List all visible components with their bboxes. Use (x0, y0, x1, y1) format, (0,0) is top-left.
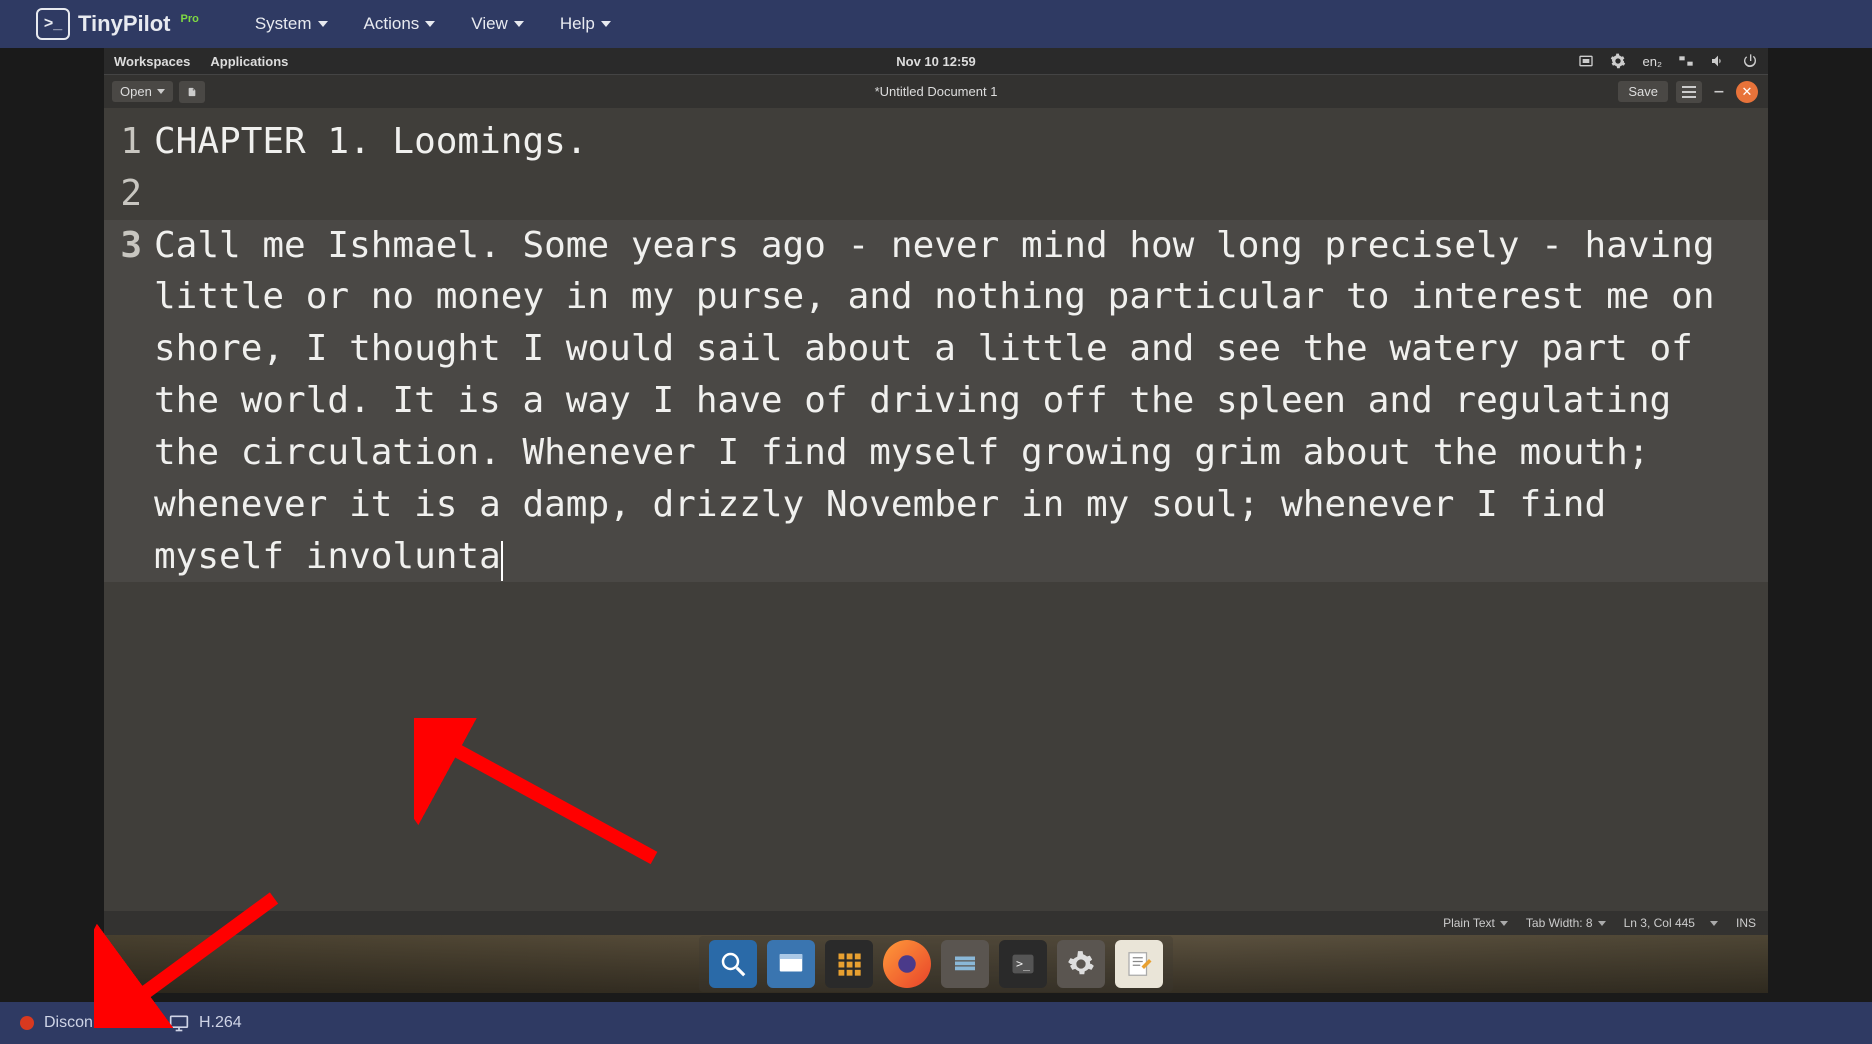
caret-down-icon (1598, 921, 1606, 926)
tinypilot-logo-icon: >_ (36, 8, 70, 40)
document-title: *Untitled Document 1 (875, 84, 998, 99)
minimize-button[interactable]: ‒ (1710, 83, 1728, 101)
gnome-clock[interactable]: Nov 10 12:59 (896, 54, 976, 69)
dock-apps-icon[interactable] (825, 940, 873, 988)
caret-down-icon (157, 89, 165, 94)
close-button[interactable]: ✕ (1736, 81, 1758, 103)
monitor-icon (169, 1013, 189, 1033)
caret-down-icon (318, 21, 328, 27)
power-icon[interactable] (1742, 53, 1758, 69)
line-text[interactable]: CHAPTER 1. Loomings. (154, 116, 1768, 168)
gnome-applications[interactable]: Applications (210, 54, 288, 69)
dock-firefox-icon[interactable] (883, 940, 931, 988)
gnome-lang[interactable]: en₂ (1642, 54, 1662, 69)
menu-actions[interactable]: Actions (364, 14, 436, 34)
dock-window-icon[interactable] (767, 940, 815, 988)
brand-text: TinyPilot (78, 11, 171, 37)
gear-icon[interactable] (1610, 53, 1626, 69)
editor-line[interactable]: 2 (104, 168, 1768, 220)
tinypilot-top-bar: >_ TinyPilot Pro System Actions View Hel… (0, 0, 1872, 48)
codec-status: H.264 (169, 1013, 242, 1033)
menu-help[interactable]: Help (560, 14, 611, 34)
line-number: 2 (104, 168, 154, 220)
dock-terminal-icon[interactable]: >_ (999, 940, 1047, 988)
gnome-workspaces[interactable]: Workspaces (114, 54, 190, 69)
editor-titlebar: Open *Untitled Document 1 Save ‒ ✕ (104, 74, 1768, 108)
volume-icon[interactable] (1710, 53, 1726, 69)
editor-line-current[interactable]: 3 Call me Ishmael. Some years ago - neve… (104, 220, 1768, 583)
editor-line[interactable]: 1 CHAPTER 1. Loomings. (104, 116, 1768, 168)
new-document-button[interactable] (179, 81, 205, 103)
menu-system[interactable]: System (255, 14, 328, 34)
dock: >_ (699, 936, 1173, 992)
hamburger-menu-button[interactable] (1676, 81, 1702, 103)
line-number: 1 (104, 116, 154, 168)
caret-down-icon (1500, 921, 1508, 926)
tinypilot-menus: System Actions View Help (255, 14, 611, 34)
svg-text:>_: >_ (1016, 957, 1031, 971)
tinypilot-status-bar: Disconnected H.264 (0, 1002, 1872, 1044)
dock-background: >_ (104, 935, 1768, 993)
screenshot-icon[interactable] (1578, 53, 1594, 69)
tab-width[interactable]: Tab Width: 8 (1526, 916, 1606, 930)
caret-down-icon (601, 21, 611, 27)
gnome-top-bar: Workspaces Applications Nov 10 12:59 en₂ (104, 48, 1768, 74)
save-button[interactable]: Save (1618, 81, 1668, 102)
text-cursor (501, 541, 503, 581)
cursor-position[interactable]: Ln 3, Col 445 (1624, 916, 1718, 930)
remote-screen[interactable]: Workspaces Applications Nov 10 12:59 en₂… (104, 48, 1768, 993)
dock-text-editor-icon[interactable] (1115, 940, 1163, 988)
tinypilot-logo: >_ TinyPilot Pro (36, 8, 199, 40)
pro-badge: Pro (181, 13, 199, 25)
caret-down-icon (514, 21, 524, 27)
line-text[interactable]: Call me Ishmael. Some years ago - never … (154, 220, 1768, 583)
desktop-switch-icon[interactable] (1678, 53, 1694, 69)
status-dot-icon (20, 1016, 34, 1030)
open-button[interactable]: Open (112, 81, 173, 102)
remote-viewport: Workspaces Applications Nov 10 12:59 en₂… (0, 48, 1872, 1002)
caret-down-icon (425, 21, 435, 27)
line-number: 3 (104, 220, 154, 272)
syntax-mode[interactable]: Plain Text (1443, 916, 1508, 930)
dock-finder-icon[interactable] (709, 940, 757, 988)
caret-down-icon (1710, 921, 1718, 926)
menu-view[interactable]: View (471, 14, 524, 34)
editor-status-bar: Plain Text Tab Width: 8 Ln 3, Col 445 IN… (104, 911, 1768, 935)
insert-mode[interactable]: INS (1736, 916, 1756, 930)
connection-status: Disconnected (20, 1014, 141, 1032)
dock-files-icon[interactable] (941, 940, 989, 988)
editor-body[interactable]: 1 CHAPTER 1. Loomings. 2 3 Call me Ishma… (104, 108, 1768, 911)
dock-settings-icon[interactable] (1057, 940, 1105, 988)
